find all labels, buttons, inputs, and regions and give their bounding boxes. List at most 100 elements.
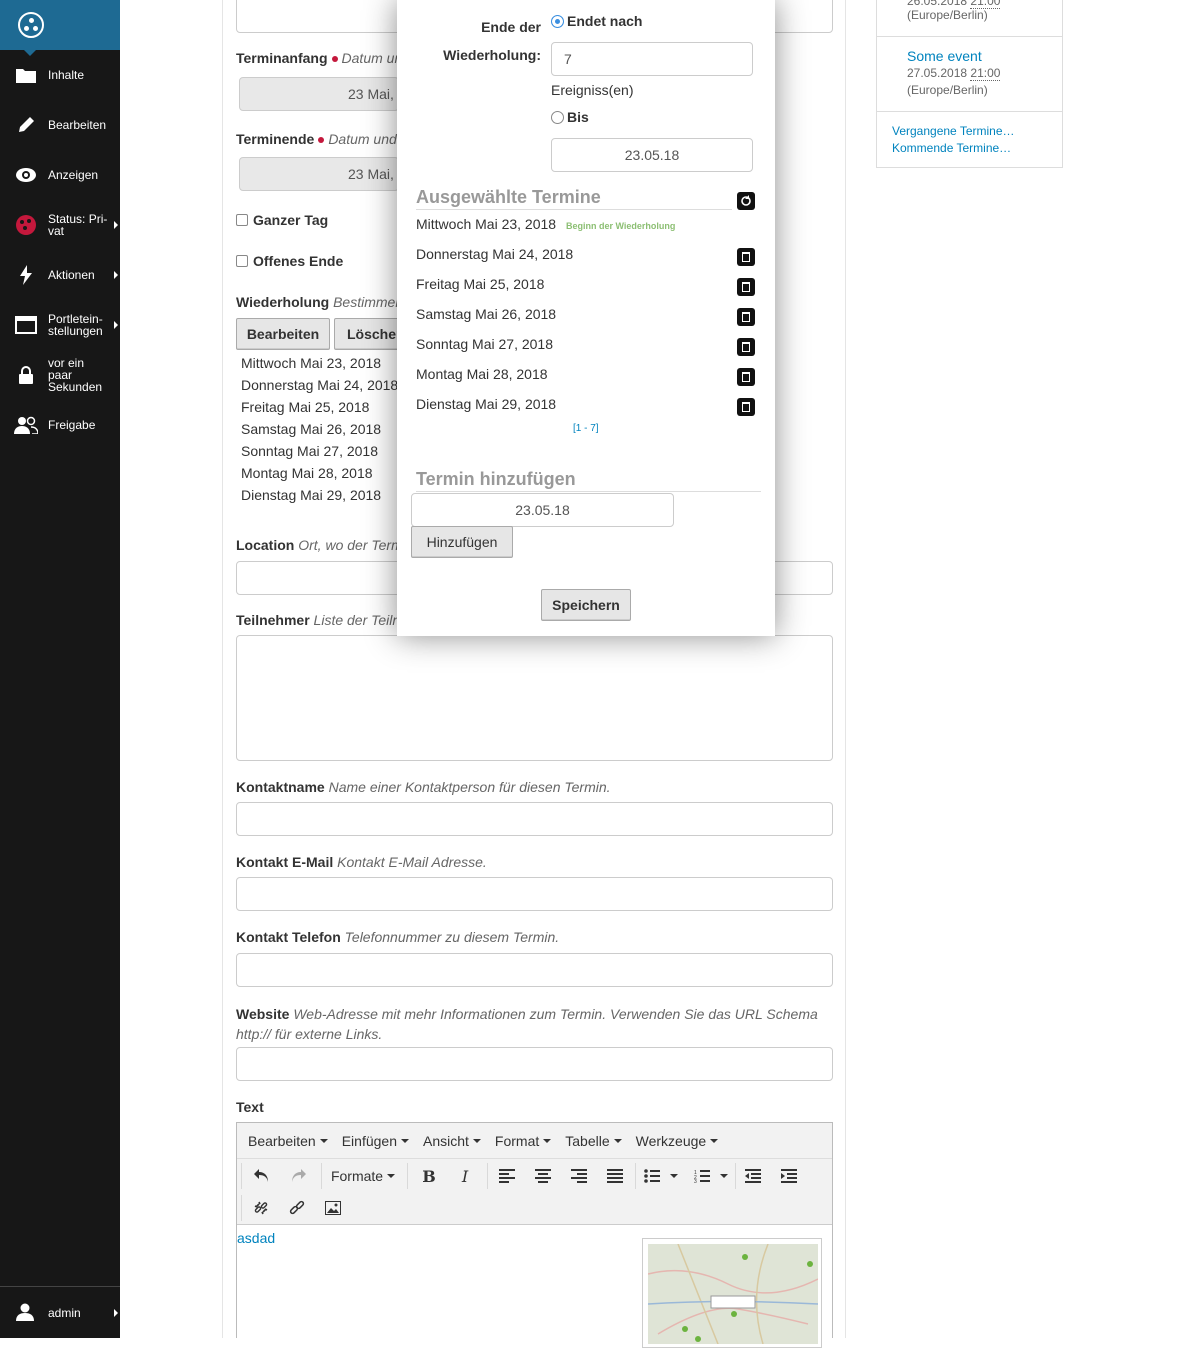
editor-toolbar-row: Formate B I 123 <box>237 1159 832 1193</box>
menu-table[interactable]: Tabelle <box>558 1133 628 1149</box>
toolbar-actions[interactable]: Aktionen <box>0 250 120 300</box>
toolbar-view[interactable]: Anzeigen <box>0 150 120 200</box>
trash-icon[interactable] <box>737 278 755 296</box>
unlink-icon[interactable] <box>249 1195 273 1221</box>
plone-logo[interactable] <box>0 0 120 56</box>
past-events-link[interactable]: Vergangene Termine… <box>892 124 1015 138</box>
end-recurrence-label: Ende der Wiederholung: <box>443 19 541 63</box>
occurrence-item: Montag Mai 28, 2018 <box>241 465 373 481</box>
editor-toolbar-row-2 <box>237 1193 832 1225</box>
toolbar-status[interactable]: Status: Pri-vat <box>0 200 120 250</box>
toolbar-lock[interactable]: vor ein paar Sekunden <box>0 350 120 400</box>
align-left-icon[interactable] <box>495 1163 519 1189</box>
end-label: Terminende Datum und <box>236 131 397 147</box>
link-icon[interactable] <box>285 1195 309 1221</box>
until-radio[interactable]: Bis <box>551 109 589 125</box>
outdent-icon[interactable] <box>741 1163 765 1189</box>
indent-icon[interactable] <box>777 1163 801 1189</box>
checkbox-box[interactable] <box>236 255 248 267</box>
chevron-right-icon <box>114 321 118 329</box>
occurrences-unit: Ereigniss(en) <box>551 82 634 98</box>
contact-name-input[interactable] <box>236 802 833 836</box>
toolbar-item-label: Bearbeiten <box>48 118 107 132</box>
image-icon[interactable] <box>321 1195 345 1221</box>
trash-icon[interactable] <box>737 308 755 326</box>
recurrence-label: Wiederholung Bestimmen <box>236 294 404 310</box>
attendees-label: Teilnehmer Liste der Teiln <box>236 612 401 628</box>
attendees-textarea[interactable] <box>236 635 833 761</box>
contact-email-label: Kontakt E-Mail Kontakt E-Mail Adresse. <box>236 854 487 870</box>
menu-edit[interactable]: Bearbeiten <box>241 1133 335 1149</box>
event-title-link[interactable]: Some event <box>907 48 1000 65</box>
toolbar-portlets[interactable]: Portletein-stellungen <box>0 300 120 350</box>
plone-logo-icon <box>18 12 44 38</box>
toolbar-item-label: Status: Pri-vat <box>48 212 108 238</box>
align-justify-icon[interactable] <box>603 1163 627 1189</box>
content-link[interactable]: asdad <box>237 1230 275 1246</box>
plone-toolbar: Inhalte Bearbeiten Anzeigen Status: Pri-… <box>0 0 120 1338</box>
folder-icon <box>14 63 38 87</box>
until-date-input[interactable]: 23.05.18 <box>551 138 753 172</box>
start-label: Terminanfang Datum ur <box>236 50 400 66</box>
whole-day-checkbox[interactable]: Ganzer Tag <box>236 212 328 228</box>
trash-icon[interactable] <box>737 398 755 416</box>
toolbar-edit[interactable]: Bearbeiten <box>0 100 120 150</box>
event-item[interactable]: Some event 27.05.2018 21:00 (Europe/Berl… <box>877 48 1001 99</box>
occurrence-item: Donnerstag Mai 24, 2018 <box>241 377 399 393</box>
numbered-list-icon[interactable]: 123 <box>691 1163 731 1189</box>
user-icon <box>16 1303 34 1324</box>
website-input[interactable] <box>236 1047 833 1081</box>
bolt-icon <box>14 263 38 287</box>
checkbox-box[interactable] <box>236 214 248 226</box>
toolbar-item-label: Inhalte <box>48 68 85 82</box>
pencil-icon <box>14 113 38 137</box>
align-right-icon[interactable] <box>567 1163 591 1189</box>
align-center-icon[interactable] <box>531 1163 555 1189</box>
radio-unselected[interactable] <box>551 111 564 124</box>
lock-icon <box>14 363 38 387</box>
bold-icon[interactable]: B <box>417 1163 441 1189</box>
toolbar-sharing[interactable]: Freigabe <box>0 400 120 450</box>
add-date-title: Termin hinzufügen <box>416 469 576 489</box>
occurrences-count-input[interactable]: 7 <box>551 42 753 76</box>
italic-icon[interactable]: I <box>453 1163 477 1189</box>
menu-tools[interactable]: Werkzeuge <box>629 1133 726 1149</box>
menu-view[interactable]: Ansicht <box>416 1133 488 1149</box>
trash-icon[interactable] <box>737 338 755 356</box>
menu-insert[interactable]: Einfügen <box>335 1133 416 1149</box>
trash-icon[interactable] <box>737 248 755 266</box>
toolbar-user[interactable]: admin <box>0 1286 120 1338</box>
pager-link[interactable]: [1 - 7] <box>573 423 599 434</box>
redo-icon[interactable] <box>285 1163 311 1189</box>
editor-content[interactable]: asdad <box>237 1226 832 1348</box>
upcoming-events-link[interactable]: Kommende Termine… <box>892 141 1011 155</box>
occurrence-item: Freitag Mai 25, 2018 <box>241 399 370 415</box>
trash-icon[interactable] <box>737 368 755 386</box>
toolbar-contents[interactable]: Inhalte <box>0 50 120 100</box>
toolbar-item-label: Freigabe <box>48 418 96 432</box>
save-button[interactable]: Speichern <box>541 589 631 621</box>
bullet-list-icon[interactable] <box>641 1163 681 1189</box>
occurrence-item: Dienstag Mai 29, 2018 <box>241 487 382 503</box>
event-item[interactable]: 26.05.2018 21:00 (Europe/Berlin) <box>877 0 1001 22</box>
ends-after-radio[interactable]: Endet nach <box>551 13 642 29</box>
undo-icon[interactable] <box>249 1163 275 1189</box>
contact-phone-input[interactable] <box>236 953 833 987</box>
add-date-input[interactable]: 23.05.18 <box>411 493 674 527</box>
toolbar-item-label: Portletein-stellungen <box>48 312 103 338</box>
open-end-checkbox[interactable]: Offenes Ende <box>236 253 343 269</box>
contact-email-input[interactable] <box>236 877 833 911</box>
radio-selected[interactable] <box>551 15 564 28</box>
chevron-right-icon <box>114 221 118 229</box>
chevron-right-icon <box>114 271 118 279</box>
recurrence-delete-button[interactable]: Löscher <box>334 318 404 350</box>
menu-format[interactable]: Format <box>488 1133 558 1149</box>
formats-dropdown[interactable]: Formate <box>327 1163 399 1189</box>
recurrence-edit-button[interactable]: Bearbeiten <box>236 318 330 350</box>
portlet-icon <box>14 313 38 337</box>
add-date-button[interactable]: Hinzufügen <box>411 526 513 558</box>
events-portlet: 26.05.2018 21:00 (Europe/Berlin) Some ev… <box>876 0 1063 168</box>
start-date-input[interactable]: 23 Mai, <box>239 77 399 111</box>
refresh-icon[interactable] <box>737 192 755 210</box>
end-date-input[interactable]: 23 Mai, <box>239 157 399 191</box>
